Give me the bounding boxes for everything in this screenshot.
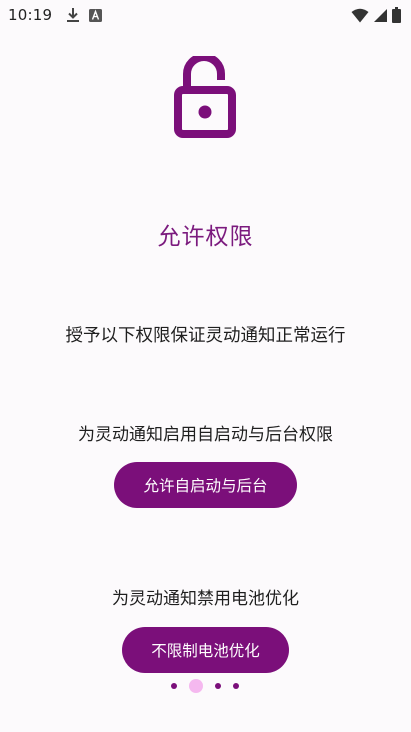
lock-illustration	[172, 53, 238, 140]
text-a-icon	[89, 8, 103, 22]
page-dot-2-active[interactable]	[189, 679, 203, 693]
autostart-description: 为灵动通知启用自启动与后台权限	[78, 425, 333, 445]
signal-icon	[374, 8, 387, 22]
allow-autostart-button[interactable]: 允许自启动与后台	[114, 462, 297, 508]
page-title: 允许权限	[157, 224, 254, 250]
battery-optimization-description: 为灵动通知禁用电池优化	[112, 589, 299, 609]
page-dot-1[interactable]	[171, 683, 177, 689]
permission-screen: 10:19 允许权限 授予以下权限保证灵动通知正常运行 为灵动通知启用自启动与后…	[0, 0, 411, 732]
wifi-icon	[351, 8, 369, 22]
unlocked-padlock-icon	[174, 53, 236, 138]
status-system-icons	[351, 7, 401, 23]
battery-icon	[392, 7, 401, 23]
status-bar: 10:19	[0, 0, 411, 30]
disable-battery-optimization-button[interactable]: 不限制电池优化	[122, 627, 289, 673]
status-time: 10:19	[8, 6, 53, 24]
page-dot-3[interactable]	[215, 683, 221, 689]
page-subtitle: 授予以下权限保证灵动通知正常运行	[65, 326, 346, 346]
page-dot-4[interactable]	[233, 683, 239, 689]
download-icon	[67, 8, 80, 22]
status-notification-icons	[66, 7, 103, 23]
page-indicator	[160, 676, 250, 696]
